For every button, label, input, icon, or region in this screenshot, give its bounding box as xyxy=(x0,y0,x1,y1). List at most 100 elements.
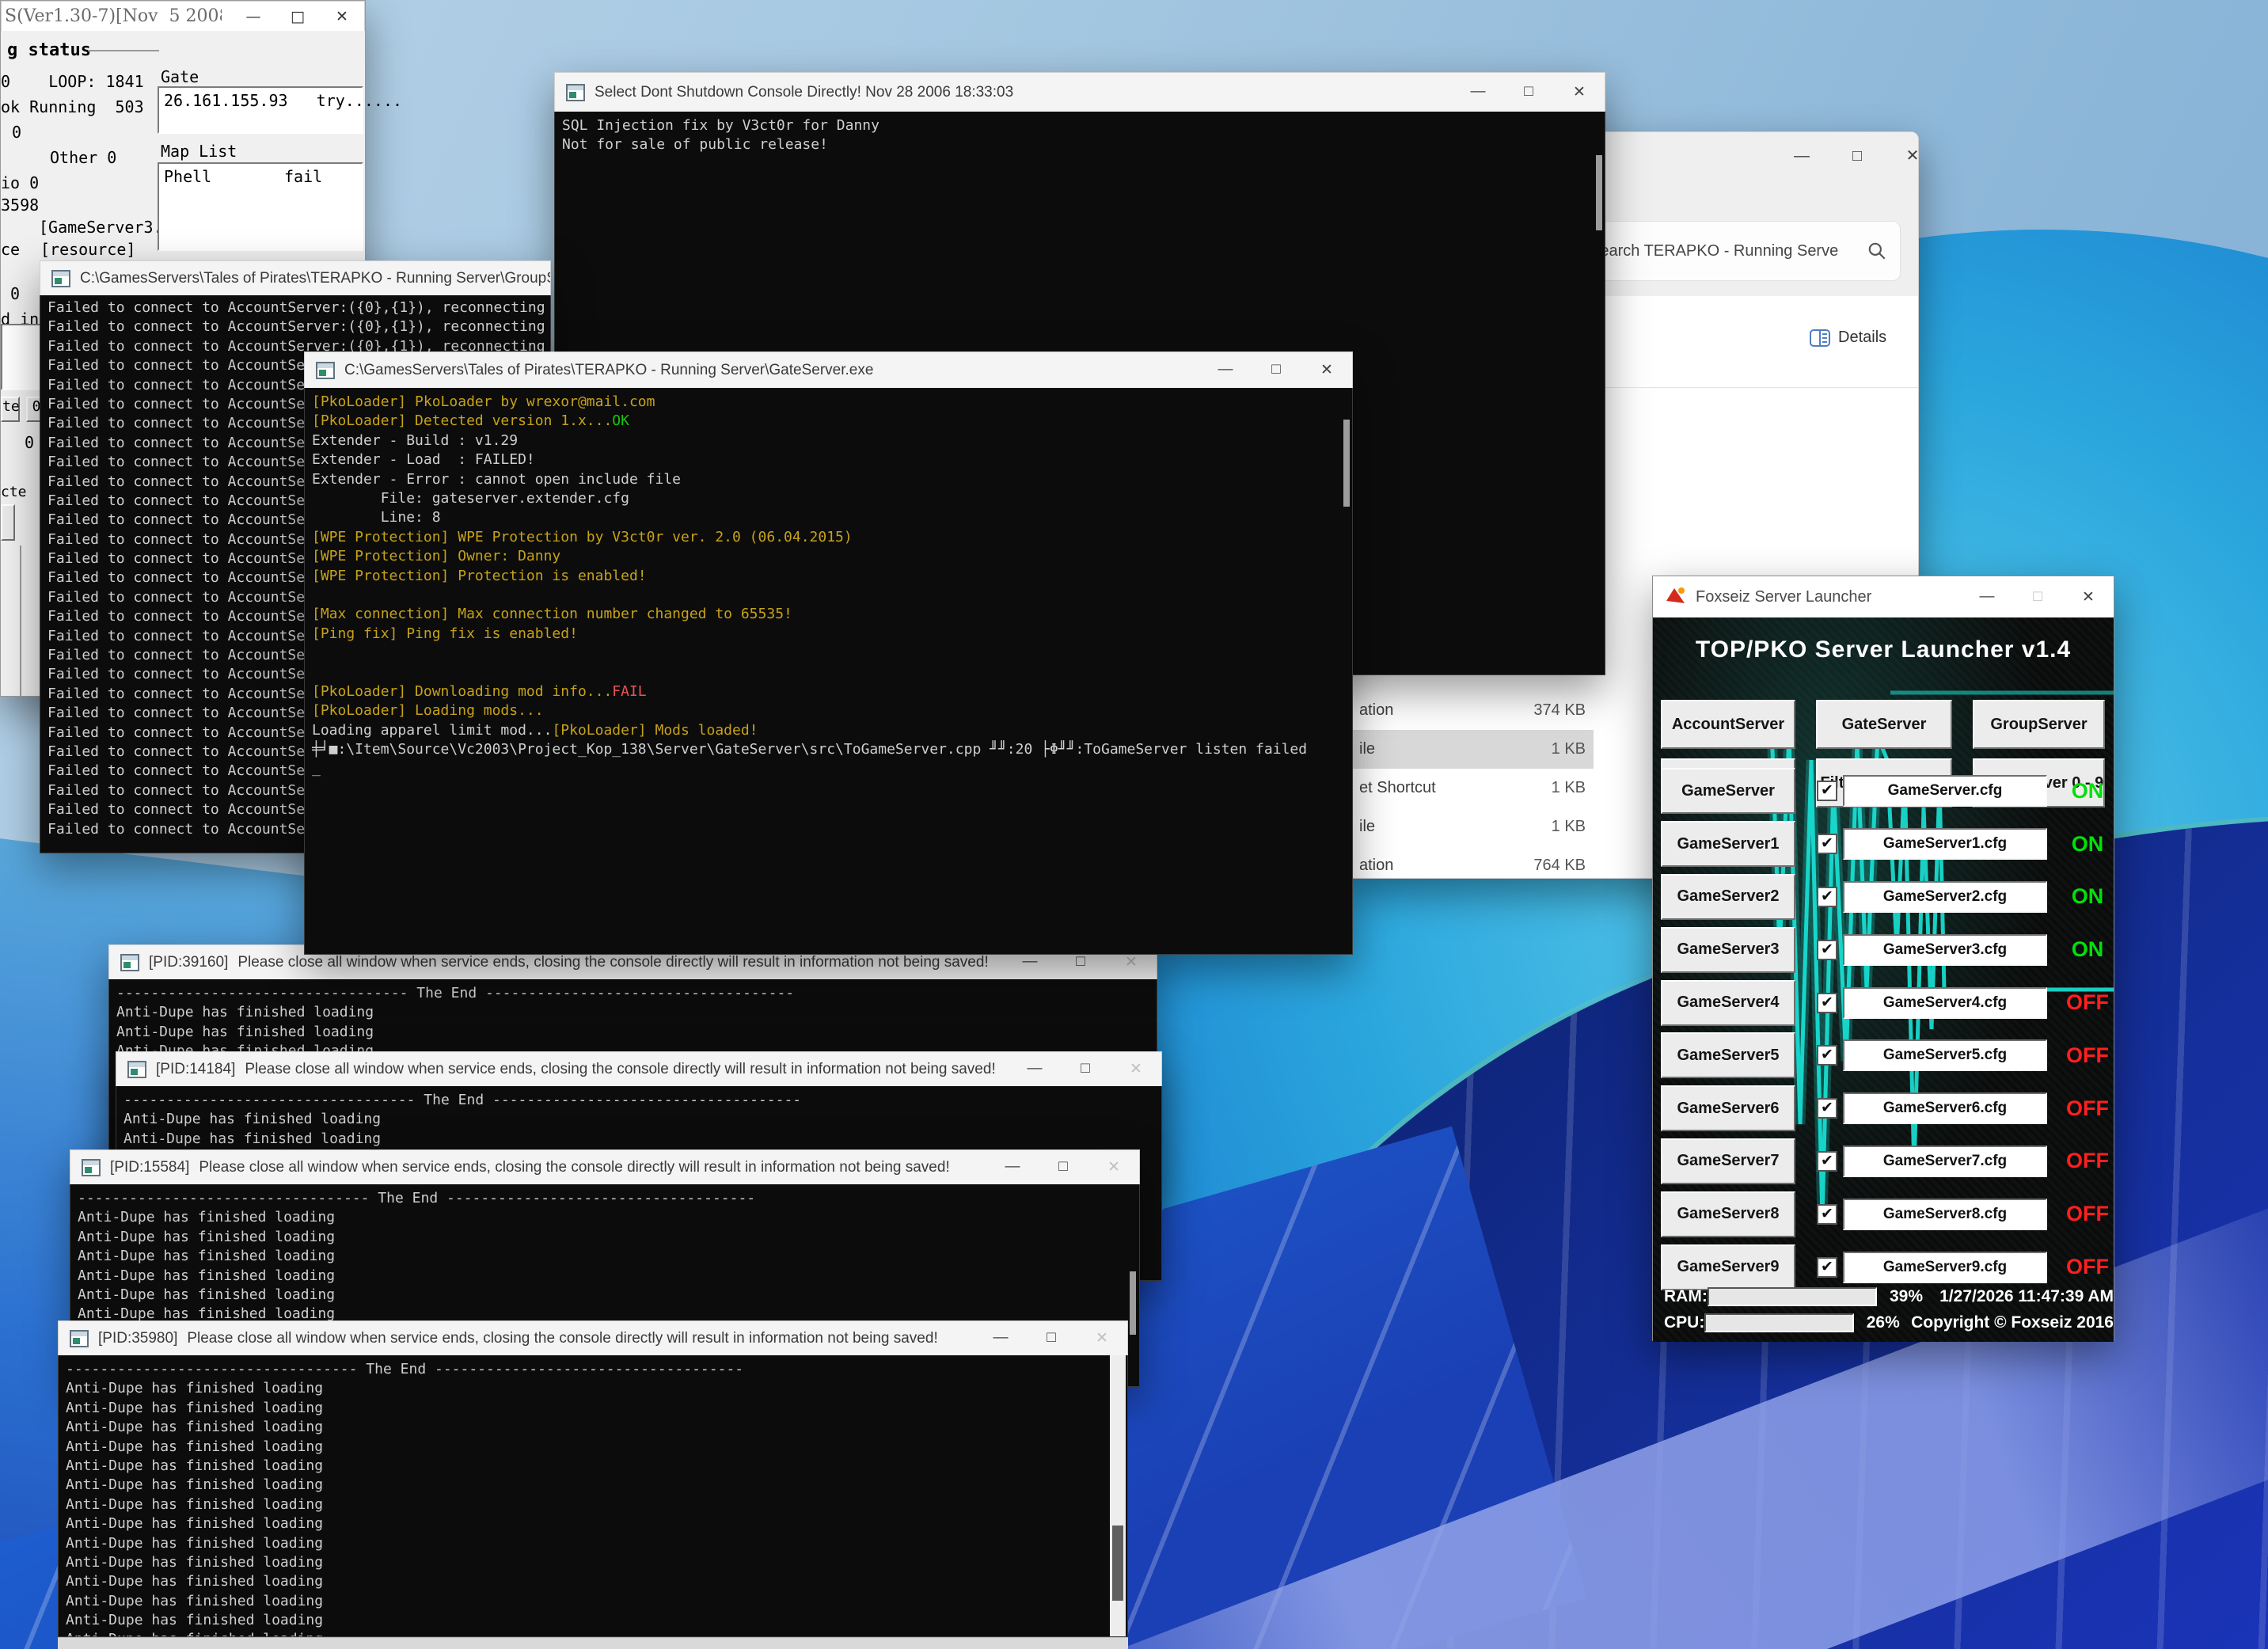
launcher-button-gameserver[interactable]: GameServer xyxy=(1661,768,1795,814)
enable-checkbox[interactable]: ✔ xyxy=(1817,993,1837,1013)
maximize-button[interactable]: □ xyxy=(1038,1158,1088,1176)
launcher-button-gameserver3[interactable]: GameServer3 xyxy=(1661,927,1795,973)
enable-checkbox[interactable]: ✔ xyxy=(1817,940,1837,960)
stat-other: Other 0 xyxy=(50,148,116,167)
cfg-input[interactable]: GameServer3.cfg xyxy=(1843,934,2047,966)
status-label: ON xyxy=(2060,779,2114,804)
minimize-button[interactable]: — xyxy=(1774,139,1829,173)
minimize-button[interactable]: — xyxy=(231,8,275,25)
scrollbar-thumb[interactable] xyxy=(1596,155,1602,230)
close-button[interactable]: ✕ xyxy=(2063,588,2114,606)
enable-checkbox[interactable]: ✔ xyxy=(1817,781,1837,801)
enable-checkbox[interactable]: ✔ xyxy=(1817,1204,1837,1225)
enable-checkbox[interactable]: ✔ xyxy=(1817,1257,1837,1278)
minimize-button[interactable]: — xyxy=(1962,588,2012,606)
maximize-button[interactable]: □ xyxy=(1026,1329,1077,1347)
console-output[interactable]: [PkoLoader] PkoLoader by wrexor@mail.com… xyxy=(304,388,1353,955)
launcher-button-gameserver7[interactable]: GameServer7 xyxy=(1661,1138,1795,1184)
cfg-input[interactable]: GameServer5.cfg xyxy=(1843,1039,2047,1071)
cfg-input[interactable]: GameServer7.cfg xyxy=(1843,1146,2047,1177)
window-foxseiz-launcher: Foxseiz Server Launcher — □ ✕ TOP/PKO Se… xyxy=(1652,576,2114,1341)
scrollbar-thumb[interactable] xyxy=(1343,420,1350,507)
titlebar[interactable]: [PID:35980] Please close all window when… xyxy=(58,1320,1128,1355)
file-row[interactable]: ation764 KB xyxy=(1347,846,1594,879)
enable-checkbox[interactable]: ✔ xyxy=(1817,834,1837,854)
maximize-button[interactable]: □ xyxy=(275,8,320,25)
enable-checkbox[interactable]: ✔ xyxy=(1817,887,1837,907)
launcher-button-gameserver8[interactable]: GameServer8 xyxy=(1661,1191,1795,1237)
cfg-input[interactable]: GameServer8.cfg xyxy=(1843,1199,2047,1230)
small-button[interactable] xyxy=(1,504,15,541)
console-line: [PkoLoader] Loading mods... xyxy=(312,701,1352,720)
map-listbox[interactable]: Phell fail xyxy=(158,162,363,251)
file-row[interactable]: ile1 KB xyxy=(1347,730,1594,769)
cfg-input[interactable]: GameServer2.cfg xyxy=(1843,881,2047,913)
close-button[interactable]: ✕ xyxy=(1111,1060,1161,1078)
enable-checkbox[interactable]: ✔ xyxy=(1817,1151,1837,1172)
launcher-button-gameserver4[interactable]: GameServer4 xyxy=(1661,980,1795,1026)
maximize-button[interactable]: □ xyxy=(2012,588,2063,606)
launcher-button-groupserver[interactable]: GroupServer xyxy=(1973,700,2105,749)
cfg-input[interactable]: GameServer1.cfg xyxy=(1843,828,2047,860)
minimize-button[interactable]: — xyxy=(975,1329,1026,1347)
console-line: Anti-Dupe has finished loading xyxy=(78,1208,1139,1227)
close-button[interactable]: ✕ xyxy=(1885,139,1919,173)
pid-label: [PID:15584] xyxy=(110,1159,189,1176)
launcher-button-gameserver2[interactable]: GameServer2 xyxy=(1661,874,1795,920)
close-button[interactable]: ✕ xyxy=(1301,361,1352,379)
titlebar[interactable]: Foxseiz Server Launcher — □ ✕ xyxy=(1653,576,2114,617)
file-row[interactable]: ile1 KB xyxy=(1347,807,1594,846)
close-button[interactable]: ✕ xyxy=(1077,1329,1127,1347)
launcher-button-gateserver[interactable]: GateServer xyxy=(1816,700,1952,749)
minimize-button[interactable]: — xyxy=(1200,361,1251,379)
scrollbar-thumb[interactable] xyxy=(1130,1271,1136,1335)
launcher-button-gameserver6[interactable]: GameServer6 xyxy=(1661,1085,1795,1131)
maximize-button[interactable]: □ xyxy=(1829,139,1885,173)
details-view-button[interactable]: Details xyxy=(1810,329,1886,347)
window-title: Please close all window when service end… xyxy=(245,1061,995,1078)
maximize-button[interactable]: □ xyxy=(1503,83,1554,101)
launcher-button-gameserver1[interactable]: GameServer1 xyxy=(1661,821,1795,867)
close-button[interactable]: ✕ xyxy=(1088,1158,1139,1176)
minimize-button[interactable]: — xyxy=(987,1158,1038,1176)
titlebar[interactable]: [PID:15584] Please close all window when… xyxy=(70,1149,1140,1184)
minimize-button[interactable]: — xyxy=(1009,1060,1060,1078)
file-size: 374 KB xyxy=(1533,701,1594,720)
console-output[interactable]: ---------------------------------- The E… xyxy=(58,1355,1128,1637)
group-box-label: g status xyxy=(7,40,91,60)
launcher-button-gameserver5[interactable]: GameServer5 xyxy=(1661,1032,1795,1078)
console-icon xyxy=(316,362,335,379)
titlebar[interactable]: C:\GamesServers\Tales of Pirates\TERAPKO… xyxy=(304,351,1353,388)
maximize-button[interactable]: □ xyxy=(1055,953,1106,971)
minimize-button[interactable]: — xyxy=(1453,83,1503,101)
console-line: SQL Injection fix by V3ct0r for Danny xyxy=(562,116,1605,135)
close-button[interactable]: ✕ xyxy=(320,8,364,25)
minimize-button[interactable]: — xyxy=(1005,953,1055,971)
cfg-input[interactable]: GameServer4.cfg xyxy=(1843,987,2047,1019)
file-size: 1 KB xyxy=(1552,818,1594,836)
titlebar[interactable]: C:\GamesServers\Tales of Pirates\TERAPKO… xyxy=(40,260,551,295)
scrollbar-track[interactable] xyxy=(1110,1355,1126,1637)
file-row[interactable]: et Shortcut1 KB xyxy=(1347,769,1594,807)
titlebar[interactable]: Select Dont Shutdown Console Directly! N… xyxy=(554,72,1605,112)
te-button[interactable]: te xyxy=(1,397,20,422)
enable-checkbox[interactable]: ✔ xyxy=(1817,1098,1837,1119)
titlebar[interactable]: S(Ver1.30-7)[Nov 5 2008 14:... — □ ✕ xyxy=(1,1,365,31)
cfg-input[interactable]: GameServer9.cfg xyxy=(1843,1252,2047,1283)
close-button[interactable]: ✕ xyxy=(1106,953,1157,971)
titlebar[interactable]: [PID:14184] Please close all window when… xyxy=(116,1051,1162,1086)
scrollbar-thumb[interactable] xyxy=(1112,1526,1123,1601)
maximize-button[interactable]: □ xyxy=(1251,361,1301,379)
input-listbox[interactable] xyxy=(1,324,42,390)
gate-listbox[interactable]: 26.161.155.93 try...... xyxy=(158,86,363,134)
window-title: C:\GamesServers\Tales of Pirates\TERAPKO… xyxy=(80,270,550,287)
cfg-input[interactable]: GameServer6.cfg xyxy=(1843,1092,2047,1124)
cfg-input[interactable]: GameServer.cfg xyxy=(1843,775,2047,807)
close-button[interactable]: ✕ xyxy=(1554,83,1605,101)
search-input[interactable]: Search TERAPKO - Running Serve xyxy=(1576,221,1901,281)
enable-checkbox[interactable]: ✔ xyxy=(1817,1045,1837,1066)
console-line: Anti-Dupe has finished loading xyxy=(78,1247,1139,1266)
maximize-button[interactable]: □ xyxy=(1060,1060,1111,1078)
launcher-button-accountserver[interactable]: AccountServer xyxy=(1661,700,1795,749)
file-row[interactable]: ation374 KB xyxy=(1347,691,1594,730)
